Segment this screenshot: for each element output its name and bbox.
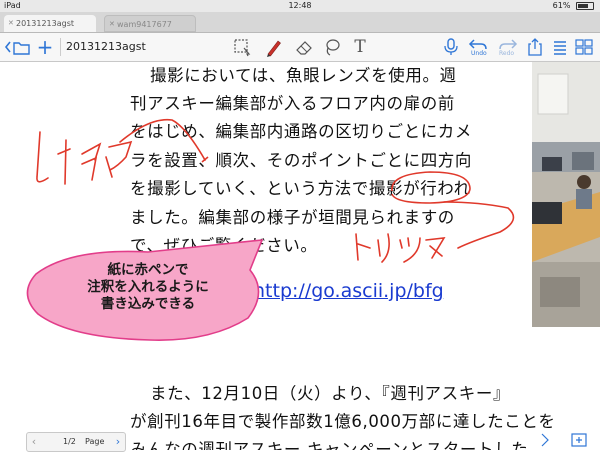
grid-icon — [575, 39, 593, 55]
ink-circle-mark — [391, 171, 471, 204]
lasso-select-icon — [234, 39, 251, 57]
toolbar-divider — [60, 38, 61, 56]
ink-annotations — [26, 118, 515, 341]
page-number: 1/2 — [63, 437, 76, 446]
page-navigator: ‹ 1/2 Page › — [26, 432, 126, 452]
document-page[interactable]: 撮影においては、魚眼レンズを使用。週 刊アスキー編集部が入るフロア内の扉の前 を… — [0, 62, 600, 450]
toolbar: + 20131213agst T Undo Redo — [0, 33, 600, 62]
next-page-button[interactable]: › — [111, 433, 125, 451]
back-folder-button[interactable] — [4, 37, 32, 57]
pen-tool-button[interactable] — [264, 37, 284, 57]
share-button[interactable] — [526, 37, 544, 57]
outline-button[interactable] — [551, 37, 569, 57]
document-title: 20131213agst — [66, 40, 146, 53]
tab-label: 20131213agst — [16, 19, 75, 28]
undo-icon — [468, 39, 487, 50]
undo-button[interactable] — [468, 37, 490, 51]
microphone-button[interactable] — [442, 37, 460, 57]
undo-label: Undo — [471, 50, 487, 57]
page-grid-button[interactable] — [574, 37, 594, 57]
tab-20131213agst[interactable]: ✕ 20131213agst — [4, 15, 96, 32]
page-label: Page — [85, 437, 105, 446]
plus-icon: + — [36, 35, 54, 59]
eraser-icon — [296, 41, 312, 55]
close-tab-icon[interactable]: ✕ — [109, 16, 115, 33]
handwritten-delete-annotation — [355, 233, 446, 263]
folder-icon — [4, 41, 30, 55]
add-button[interactable]: + — [36, 37, 54, 57]
callout-text: 紙に赤ペンで 注釈を入れるように 書き込みできる — [38, 262, 258, 313]
text-tool-button[interactable]: T — [350, 37, 370, 57]
battery-icon — [576, 1, 594, 10]
text-icon: T — [354, 37, 366, 57]
status-bar: iPad 12:48 61% — [0, 0, 600, 12]
previous-page-button[interactable]: ‹ — [27, 433, 41, 451]
lasso-icon — [326, 39, 340, 56]
battery-percent: 61% — [552, 1, 571, 10]
clock: 12:48 — [288, 1, 312, 10]
list-icon — [554, 41, 566, 55]
tab-label: wam9417677 — [117, 20, 172, 29]
tab-wam9417677[interactable]: ✕ wam9417677 — [104, 15, 196, 32]
callout-line: 注釈を入れるように — [87, 279, 209, 295]
ink-underline-stroke — [443, 201, 515, 249]
handwritten-layout-annotation — [36, 131, 133, 185]
callout-line: 紙に赤ペンで — [107, 262, 189, 278]
redo-button[interactable] — [496, 37, 518, 51]
callout-line: 書き込みできる — [100, 296, 196, 312]
page-tools-overlay — [541, 433, 587, 447]
tab-bar: ✕ 20131213agst ✕ wam9417677 — [0, 12, 600, 33]
battery-indicator: 61% — [553, 0, 594, 12]
microphone-icon — [444, 38, 458, 55]
share-icon — [528, 38, 542, 56]
close-tab-icon[interactable]: ✕ — [8, 15, 14, 32]
pen-icon — [267, 40, 281, 57]
selection-tool-button[interactable] — [232, 37, 252, 57]
redo-icon — [499, 39, 518, 50]
redo-label: Redo — [499, 50, 515, 57]
ink-link-stroke — [119, 118, 206, 161]
shape-tool-button[interactable] — [322, 37, 342, 57]
eraser-tool-button[interactable] — [294, 37, 314, 57]
